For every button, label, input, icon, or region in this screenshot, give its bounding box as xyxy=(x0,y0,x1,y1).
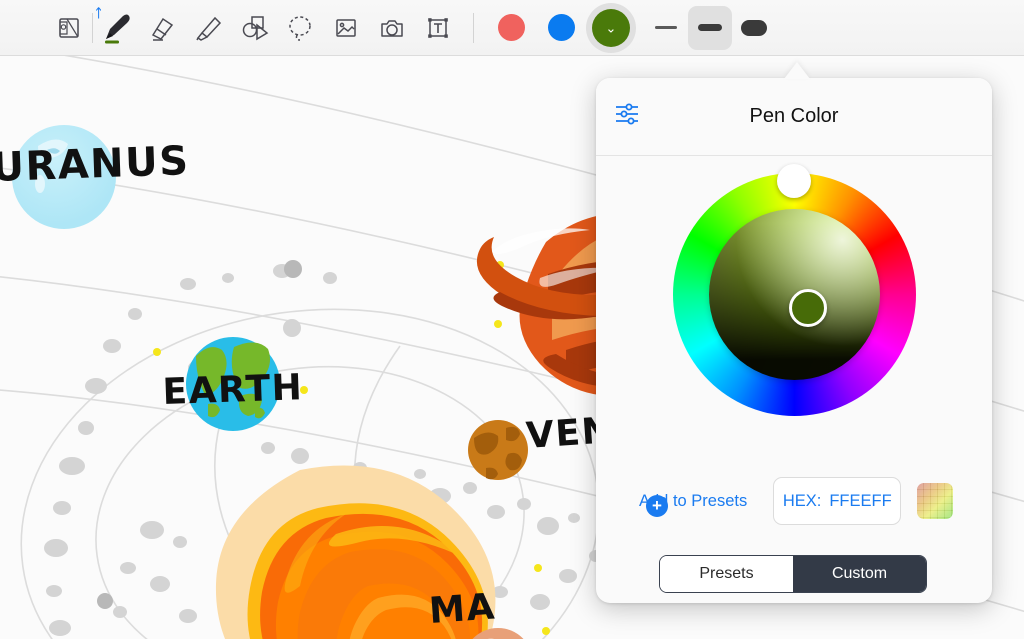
stroke-medium-bar xyxy=(698,24,722,31)
insert-image-icon[interactable] xyxy=(323,5,369,51)
stroke-medium[interactable] xyxy=(688,5,732,50)
color-swatch-blue-dot xyxy=(547,14,575,41)
color-swatch-blue[interactable] xyxy=(536,3,586,53)
lasso-select-icon[interactable] xyxy=(277,5,323,51)
camera-icon[interactable] xyxy=(369,5,415,51)
stroke-thin-bar xyxy=(655,26,677,29)
stroke-thick[interactable] xyxy=(732,6,776,50)
tab-presets[interactable]: Presets xyxy=(660,556,793,592)
shapes-icon[interactable] xyxy=(231,5,277,51)
hue-handle[interactable] xyxy=(777,164,811,198)
highlighter-icon[interactable] xyxy=(185,5,231,51)
stroke-thin[interactable] xyxy=(644,6,688,50)
planet-uranus-art xyxy=(12,125,116,229)
palette-grid-swatch-button[interactable] xyxy=(917,483,954,519)
hex-value: FFEEFF xyxy=(829,491,892,510)
color-mode-tabs[interactable]: Presets Custom xyxy=(659,555,927,593)
color-wheel-region[interactable] xyxy=(596,156,992,456)
color-swatch-red-dot xyxy=(497,14,525,41)
pen-icon[interactable]: ᛏ xyxy=(93,5,139,51)
text-box-icon[interactable] xyxy=(415,5,461,51)
toolbar-separator-2 xyxy=(473,12,474,43)
eraser-icon[interactable] xyxy=(139,5,185,51)
stroke-thick-bar xyxy=(741,19,767,36)
planet-sun-art xyxy=(215,465,496,639)
page-title: Pen Color xyxy=(749,105,839,127)
planet-venus-art xyxy=(468,420,528,480)
notebook-icon[interactable] xyxy=(46,5,92,51)
pen-color-popover[interactable]: Pen Color + Add to Presets HEX: FFEEFF P… xyxy=(596,78,992,603)
color-swatch-green-active[interactable]: ⌄ xyxy=(586,2,636,53)
hex-label: HEX: xyxy=(782,491,822,510)
popover-header: Pen Color xyxy=(596,78,992,156)
planet-earth-art xyxy=(186,337,280,431)
chevron-down-icon: ⌄ xyxy=(605,20,617,35)
hex-input[interactable]: HEX: FFEEFF xyxy=(773,477,902,525)
saturation-value-handle[interactable] xyxy=(789,289,827,327)
color-swatch-red[interactable] xyxy=(486,3,536,53)
main-toolbar[interactable]: ᛏ ⌄ xyxy=(0,0,1024,56)
plus-icon: + xyxy=(646,495,668,517)
tab-custom[interactable]: Custom xyxy=(793,556,926,592)
bluetooth-icon: ᛏ xyxy=(95,5,103,20)
preset-row: + Add to Presets HEX: FFEEFF xyxy=(596,466,992,536)
popover-arrow xyxy=(784,62,810,79)
